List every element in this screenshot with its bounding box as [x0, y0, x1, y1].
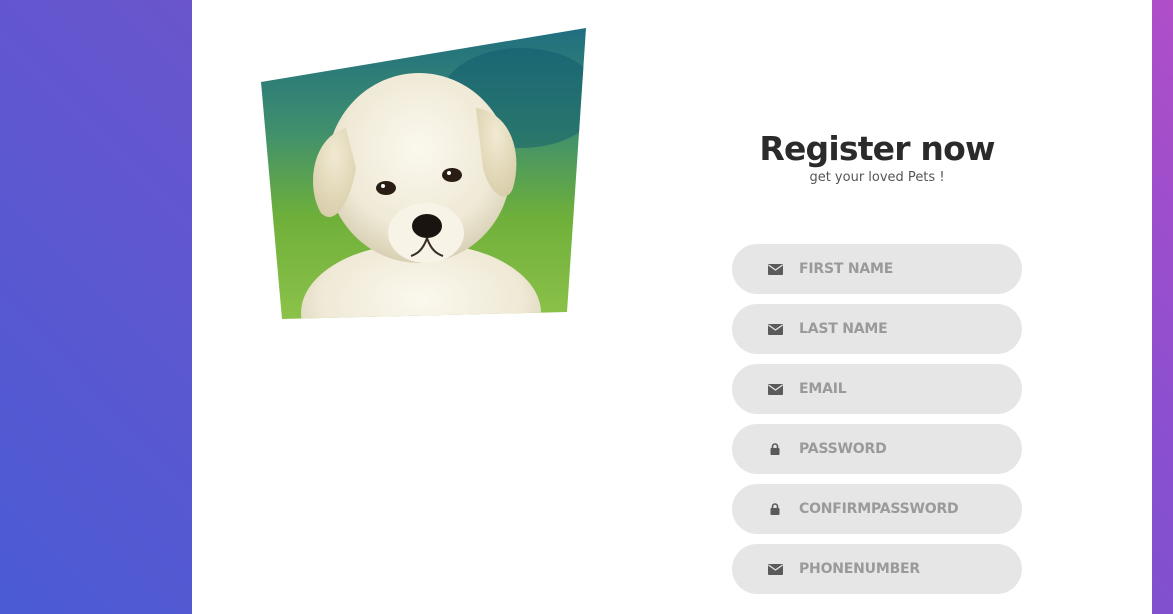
page-title: Register now	[759, 129, 995, 168]
phone-number-input[interactable]	[799, 554, 999, 584]
register-form	[732, 244, 1022, 604]
envelope-icon	[767, 563, 783, 575]
lock-icon	[767, 503, 783, 515]
first-name-field[interactable]	[732, 244, 1022, 294]
email-field[interactable]	[732, 364, 1022, 414]
last-name-field[interactable]	[732, 304, 1022, 354]
first-name-input[interactable]	[799, 254, 999, 284]
envelope-icon	[767, 383, 783, 395]
puppy-image	[261, 28, 587, 320]
password-input[interactable]	[799, 434, 999, 464]
email-input[interactable]	[799, 374, 999, 404]
last-name-input[interactable]	[799, 314, 999, 344]
envelope-icon	[767, 263, 783, 275]
password-field[interactable]	[732, 424, 1022, 474]
lock-icon	[767, 443, 783, 455]
phone-number-field[interactable]	[732, 544, 1022, 594]
confirm-password-input[interactable]	[799, 494, 999, 524]
envelope-icon	[767, 323, 783, 335]
confirm-password-field[interactable]	[732, 484, 1022, 534]
page-subtitle: get your loved Pets !	[809, 170, 945, 185]
